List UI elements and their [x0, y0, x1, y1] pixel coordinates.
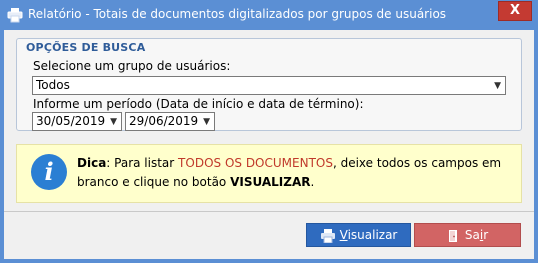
start-date-value: 30/05/2019 — [36, 114, 106, 128]
window-content: OPÇÕES DE BUSCA Selecione um grupo de us… — [4, 30, 534, 259]
user-group-select[interactable]: Todos ▼ — [32, 76, 506, 95]
visualizar-label: isualizar — [347, 228, 398, 242]
start-date-picker[interactable]: 30/05/2019 ▼ — [32, 112, 122, 131]
tip-highlight: TODOS OS DOCUMENTOS — [178, 156, 333, 170]
user-group-value: Todos — [36, 78, 70, 92]
title-bar[interactable]: Relatório - Totais de documentos digital… — [0, 0, 538, 30]
printer-icon — [7, 8, 23, 23]
sair-button[interactable]: Sair — [414, 223, 521, 247]
tip-text-before: : Para listar — [106, 156, 179, 170]
tip-text: Dica: Para listar TODOS OS DOCUMENTOS, d… — [77, 154, 507, 192]
sair-label-start: Sa — [464, 228, 480, 242]
end-date-picker[interactable]: 29/06/2019 ▼ — [125, 112, 215, 131]
end-date-value: 29/06/2019 — [129, 114, 199, 128]
chevron-down-icon: ▼ — [494, 81, 501, 91]
group-label: Selecione um grupo de usuários: — [33, 59, 231, 73]
chevron-down-icon: ▼ — [203, 117, 210, 127]
close-button[interactable]: X — [498, 1, 532, 21]
tip-text-after: . — [310, 175, 315, 189]
info-icon: i — [31, 154, 67, 190]
separator — [4, 211, 534, 212]
search-options-legend: OPÇÕES DE BUSCA — [26, 41, 146, 54]
visualizar-mnemonic: V — [339, 228, 348, 242]
window-title: Relatório - Totais de documentos digital… — [28, 7, 447, 21]
visualizar-button[interactable]: Visualizar — [306, 223, 411, 247]
exit-door-icon — [448, 229, 457, 242]
printer-icon — [320, 228, 335, 243]
sair-label-end: r — [483, 228, 489, 242]
chevron-down-icon: ▼ — [110, 117, 117, 127]
report-window: Relatório - Totais de documentos digital… — [0, 0, 538, 263]
period-label: Informe um período (Data de início e dat… — [33, 97, 364, 111]
tip-box: i Dica: Para listar TODOS OS DOCUMENTOS,… — [16, 144, 522, 203]
tip-prefix: Dica — [77, 156, 107, 170]
tip-bold-word: VISUALIZAR — [230, 175, 311, 189]
search-options-group: OPÇÕES DE BUSCA Selecione um grupo de us… — [16, 38, 522, 131]
